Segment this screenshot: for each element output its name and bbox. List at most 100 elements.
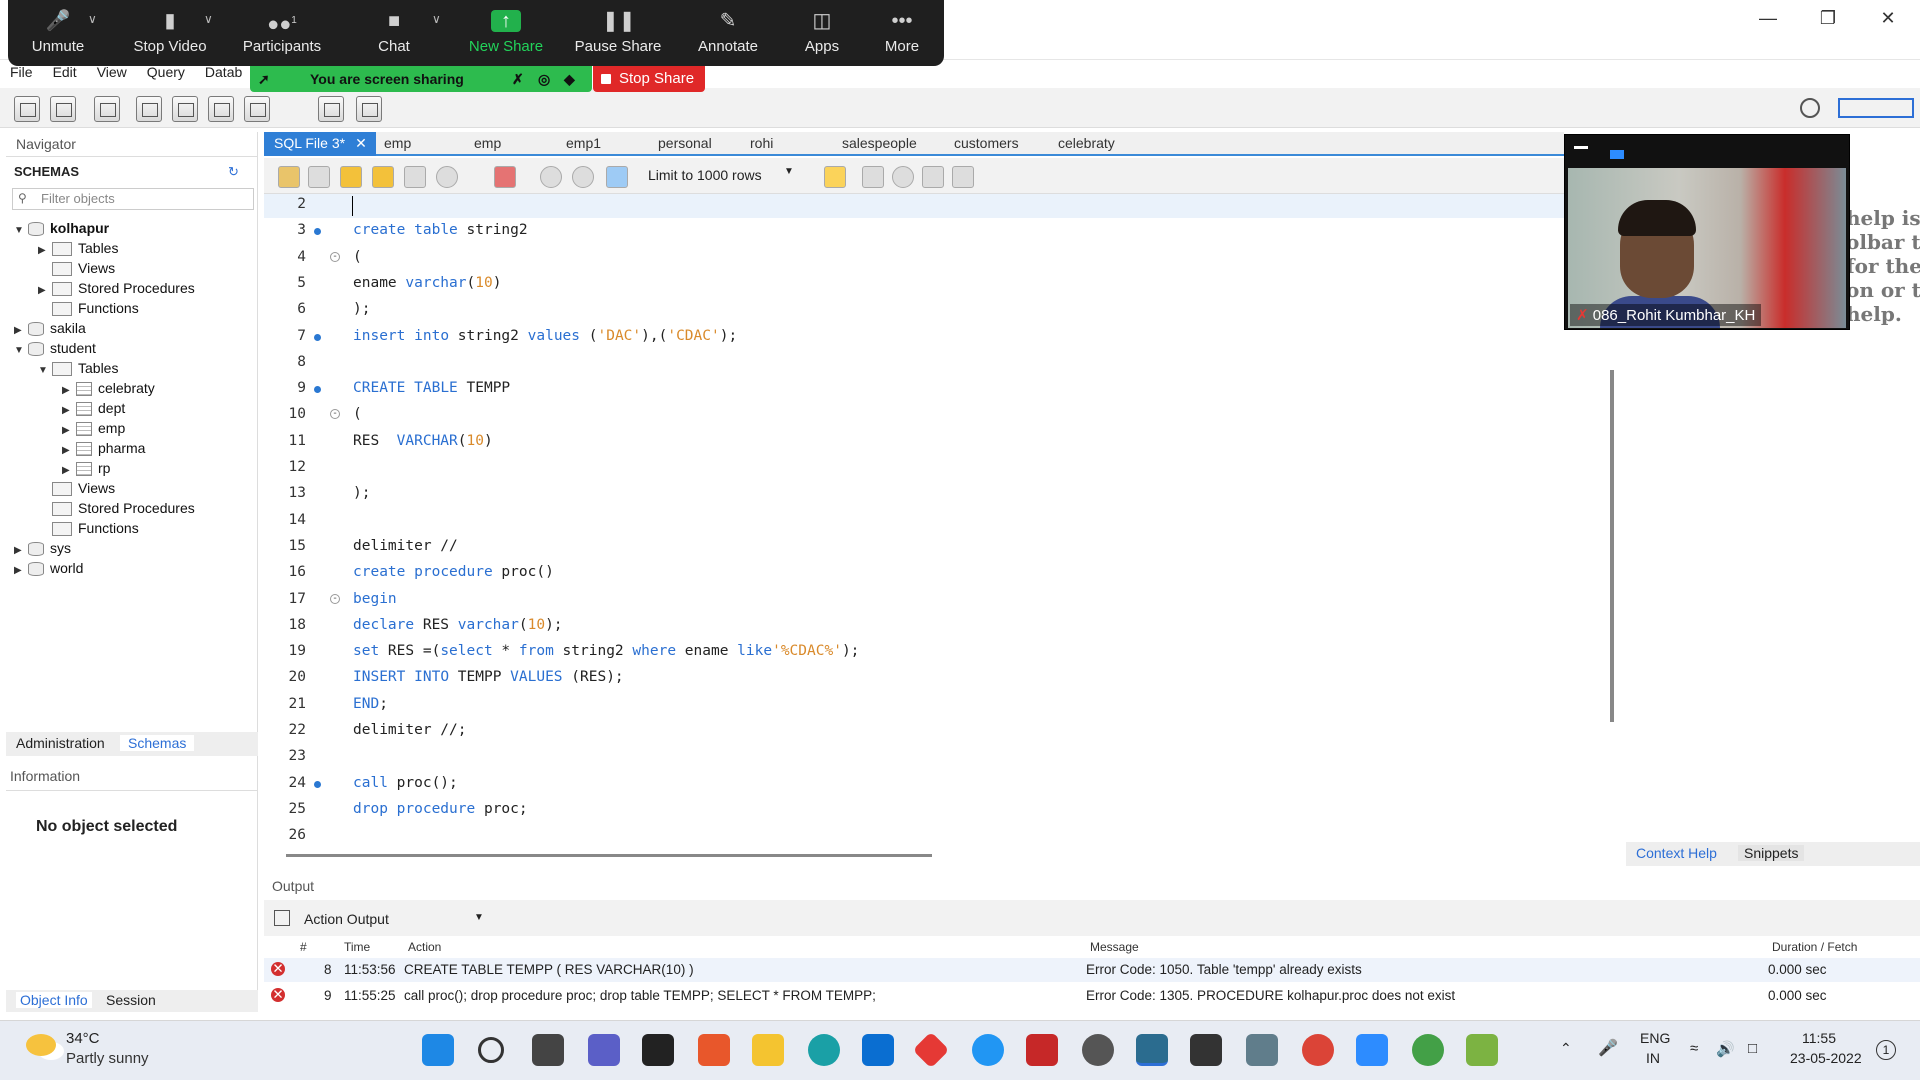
code-line[interactable]: declare RES varchar(10);	[353, 617, 563, 633]
close-icon[interactable]: ✕	[1868, 8, 1908, 28]
help-icon[interactable]	[972, 1034, 1004, 1066]
weather-description[interactable]: Partly sunny	[66, 1050, 149, 1067]
open-sql-script-icon[interactable]	[50, 96, 76, 122]
code-line[interactable]: END;	[353, 696, 388, 712]
rollback-icon[interactable]	[572, 166, 594, 188]
close-tab-icon[interactable]: ✕	[355, 135, 367, 151]
refresh-icon[interactable]: ↻	[228, 164, 239, 180]
tree-item-stored-procedures[interactable]: Stored Procedures	[38, 498, 195, 518]
create-table-icon[interactable]	[172, 96, 198, 122]
save-icon[interactable]	[308, 166, 330, 188]
battery-icon[interactable]: □	[1748, 1040, 1757, 1057]
zoom-icon[interactable]	[1356, 1034, 1388, 1066]
code-line[interactable]: (	[353, 249, 362, 265]
clock-time[interactable]: 11:55	[1802, 1030, 1836, 1046]
tree-item-functions[interactable]: Functions	[38, 298, 139, 318]
clock-date[interactable]: 23-05-2022	[1790, 1050, 1862, 1066]
find-icon[interactable]	[892, 166, 914, 188]
output-row[interactable]: ✕ 8 11:53:56 CREATE TABLE TEMPP ( RES VA…	[264, 958, 1920, 982]
tab-salespeople[interactable]: salespeople	[842, 135, 917, 151]
search-table-data-icon[interactable]	[318, 96, 344, 122]
tree-item-views[interactable]: Views	[38, 258, 115, 278]
chevron-down-icon[interactable]: ▼	[784, 166, 794, 177]
settings-gear-icon[interactable]	[1800, 98, 1820, 118]
new-share-button[interactable]: ↑ New Share	[456, 6, 556, 62]
tree-item-tables[interactable]: ▼ Tables	[38, 358, 118, 378]
tree-item-views[interactable]: Views	[38, 478, 115, 498]
stop-share-button[interactable]: Stop Share	[593, 66, 705, 92]
tab-context-help[interactable]: Context Help	[1636, 845, 1717, 861]
notification-badge[interactable]: 1	[1876, 1040, 1896, 1060]
volume-icon[interactable]: 🔊	[1716, 1040, 1735, 1058]
tab-rohi[interactable]: rohi	[750, 135, 773, 151]
tab-administration[interactable]: Administration	[16, 735, 105, 751]
code-line[interactable]: ename varchar(10)	[353, 275, 501, 291]
code-line[interactable]: set RES =(select * from string2 where en…	[353, 643, 859, 659]
execute-icon[interactable]	[340, 166, 362, 188]
chevron-down-icon[interactable]: ∨	[204, 12, 213, 26]
tab-customers[interactable]: customers	[954, 135, 1019, 151]
chat-button[interactable]: ■ Chat	[344, 6, 444, 62]
mysql-shell-icon[interactable]	[1190, 1034, 1222, 1066]
tab-personal[interactable]: personal	[658, 135, 712, 151]
code-line[interactable]: RES VARCHAR(10)	[353, 433, 493, 449]
edge-browser-icon[interactable]	[808, 1034, 840, 1066]
wifi-icon[interactable]: ≈	[1690, 1040, 1698, 1057]
create-procedure-icon[interactable]	[244, 96, 270, 122]
restore-icon[interactable]: ❐	[1808, 8, 1848, 28]
open-folder-icon[interactable]	[278, 166, 300, 188]
terminal-icon[interactable]	[642, 1034, 674, 1066]
schema-world[interactable]: ▶ world	[14, 558, 83, 578]
fold-toggle-icon[interactable]: -	[330, 409, 340, 420]
tree-item-stored-procedures[interactable]: ▶ Stored Procedures	[38, 278, 195, 298]
task-view-icon[interactable]	[532, 1034, 564, 1066]
code-line[interactable]: (	[353, 406, 362, 422]
code-line[interactable]: );	[353, 301, 370, 317]
code-line[interactable]: insert into string2 values ('DAC'),('CDA…	[353, 328, 737, 344]
language-region[interactable]: IN	[1646, 1050, 1660, 1066]
create-schema-icon[interactable]	[136, 96, 162, 122]
tree-item-tables[interactable]: ▶ Tables	[38, 238, 118, 258]
output-type-select[interactable]: Action Output	[304, 911, 389, 927]
schema-sakila[interactable]: ▶ sakila	[14, 318, 86, 338]
chevron-down-icon[interactable]: ∨	[88, 12, 97, 26]
tab-snippets[interactable]: Snippets	[1738, 845, 1805, 861]
reconnect-icon[interactable]	[356, 96, 382, 122]
inspector-icon[interactable]	[94, 96, 120, 122]
fold-toggle-icon[interactable]: -	[330, 251, 340, 262]
microsoft-store-icon[interactable]	[862, 1034, 894, 1066]
fold-toggle-icon[interactable]: -	[330, 593, 340, 604]
ubuntu-app-icon[interactable]	[698, 1034, 730, 1066]
code-line[interactable]: call proc();	[353, 775, 458, 791]
teams-chat-icon[interactable]	[588, 1034, 620, 1066]
table-emp[interactable]: ▶ emp	[62, 418, 125, 438]
schema-student[interactable]: ▼ student	[14, 338, 96, 358]
chevron-down-icon[interactable]: ▼	[474, 912, 484, 923]
eclipse-icon[interactable]	[1082, 1034, 1114, 1066]
explain-icon[interactable]	[404, 166, 426, 188]
layout-toggle-icon[interactable]	[1838, 98, 1914, 118]
mcafee-icon[interactable]	[1026, 1034, 1058, 1066]
table-pharma[interactable]: ▶ pharma	[62, 438, 145, 458]
participants-button[interactable]: ●●1 Participants	[232, 6, 332, 62]
windows-start-icon[interactable]	[422, 1034, 454, 1066]
pause-share-button[interactable]: ❚❚ Pause Share	[568, 6, 668, 62]
stop-icon[interactable]	[436, 166, 458, 188]
table-dept[interactable]: ▶ dept	[62, 398, 125, 418]
code-line[interactable]: delimiter //	[353, 538, 458, 554]
tab-schemas[interactable]: Schemas	[120, 735, 195, 751]
table-celebraty[interactable]: ▶ celebraty	[62, 378, 155, 398]
file-explorer-icon[interactable]	[752, 1034, 784, 1066]
more-button[interactable]: ••• More	[862, 6, 942, 62]
code-line[interactable]: );	[353, 485, 370, 501]
apps-button[interactable]: ◫ Apps	[772, 6, 872, 62]
weather-partly-sunny-icon[interactable]	[26, 1034, 56, 1056]
code-line[interactable]: drop procedure proc;	[353, 801, 528, 817]
execute-current-icon[interactable]	[372, 166, 394, 188]
vertical-scrollbar[interactable]	[1610, 370, 1614, 722]
language-indicator[interactable]: ENG	[1640, 1030, 1670, 1046]
add-snippet-icon[interactable]	[824, 166, 846, 188]
toggle-stop-on-error-icon[interactable]	[494, 166, 516, 188]
search-icon[interactable]	[478, 1037, 504, 1063]
schema-sys[interactable]: ▶ sys	[14, 538, 71, 558]
